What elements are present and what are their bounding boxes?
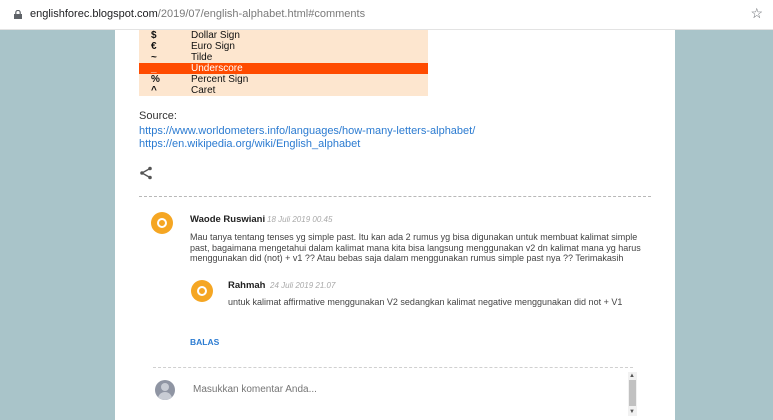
url-path: /2019/07/english-alphabet.html#comments bbox=[157, 8, 366, 20]
address-bar[interactable]: englishforec.blogspot.com/2019/07/englis… bbox=[0, 0, 773, 30]
scroll-up-icon[interactable]: ▲ bbox=[629, 373, 635, 379]
blog-page: $ Dollar Sign € Euro Sign ~ Tilde _ Undersco… bbox=[115, 30, 675, 420]
symbol-cell: % bbox=[151, 74, 160, 85]
reply-text: untuk kalimat affirmative menggunakan V2… bbox=[228, 297, 623, 307]
symbol-cell: € bbox=[151, 41, 157, 52]
source-link-wikipedia[interactable]: https://en.wikipedia.org/wiki/English_al… bbox=[139, 138, 360, 150]
symbol-cell: $ bbox=[151, 30, 157, 41]
source-link-worldometers[interactable]: https://www.worldometers.info/languages/… bbox=[139, 125, 475, 137]
lock-icon bbox=[14, 10, 22, 19]
bookmark-star-icon[interactable]: ☆ bbox=[750, 5, 763, 22]
reply-button[interactable]: BALAS bbox=[190, 337, 219, 347]
table-row: ^ Caret bbox=[139, 85, 428, 96]
scroll-down-icon[interactable]: ▼ bbox=[629, 409, 635, 415]
user-avatar-icon bbox=[155, 380, 175, 400]
symbol-table: $ Dollar Sign € Euro Sign ~ Tilde _ Undersco… bbox=[139, 30, 428, 96]
divider bbox=[139, 196, 651, 197]
table-row: % Percent Sign bbox=[139, 74, 428, 85]
blogger-avatar-icon[interactable] bbox=[151, 212, 173, 234]
symbol-name-cell: Euro Sign bbox=[191, 41, 235, 52]
comment-date[interactable]: 18 Juli 2019 00.45 bbox=[267, 215, 332, 224]
table-row: ~ Tilde bbox=[139, 52, 428, 63]
symbol-cell: ^ bbox=[151, 85, 157, 96]
source-label: Source: bbox=[139, 110, 177, 122]
symbol-cell: ~ bbox=[151, 52, 157, 63]
comment-author[interactable]: Waode Ruswiani bbox=[190, 214, 265, 225]
symbol-cell: _ bbox=[151, 63, 157, 74]
url-domain: englishforec.blogspot.com bbox=[30, 8, 158, 20]
share-icon[interactable] bbox=[139, 166, 153, 180]
reply-author[interactable]: Rahmah bbox=[228, 280, 265, 291]
url-text[interactable]: englishforec.blogspot.com/2019/07/englis… bbox=[30, 8, 365, 20]
table-row-highlighted: _ Underscore bbox=[139, 63, 428, 74]
table-row: € Euro Sign bbox=[139, 41, 428, 52]
comment-input[interactable] bbox=[193, 384, 613, 395]
symbol-name-cell: Percent Sign bbox=[191, 74, 249, 85]
symbol-name-cell: Caret bbox=[191, 85, 216, 96]
symbol-name-cell: Tilde bbox=[191, 52, 213, 63]
divider bbox=[153, 367, 633, 368]
comment-text: Mau tanya tentang tenses yg simple past.… bbox=[190, 232, 641, 264]
symbol-name-cell: Dollar Sign bbox=[191, 30, 240, 41]
reply-date[interactable]: 24 Juli 2019 21.07 bbox=[270, 281, 335, 290]
comment-box-scrollbar[interactable]: ▲ ▼ bbox=[628, 372, 637, 416]
scrollbar-thumb[interactable] bbox=[629, 380, 636, 406]
blogger-avatar-icon[interactable] bbox=[191, 280, 213, 302]
table-row: $ Dollar Sign bbox=[139, 30, 428, 41]
symbol-name-cell: Underscore bbox=[191, 63, 243, 74]
